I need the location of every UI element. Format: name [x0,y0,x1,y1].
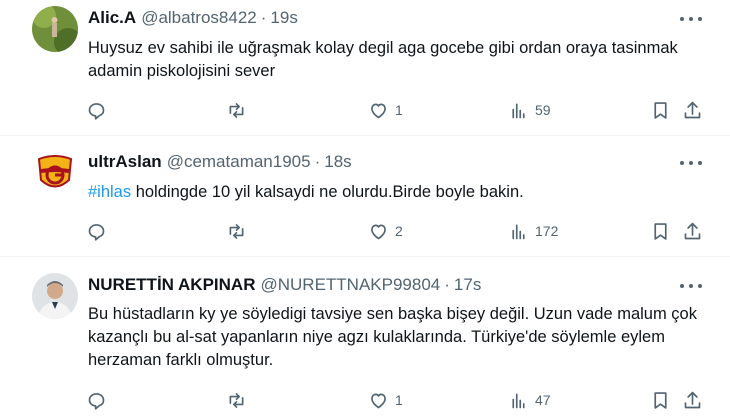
timestamp[interactable]: 18s [324,152,351,172]
like-button[interactable]: 1 [368,98,403,122]
tweet[interactable]: Alic.A @albatros8422 · 19s Huysuz ev sah… [0,0,730,136]
views-button[interactable]: 47 [508,388,551,412]
hashtag-link[interactable]: #ihlas [88,183,131,201]
reply-icon [88,102,105,120]
display-name[interactable]: Alic.A [88,8,136,28]
tweet-text-body: holdingde 10 yil kalsaydi ne olurdu.Bird… [131,183,524,201]
tweet-header: NURETTİN AKPINAR @NURETTNAKP99804 · 17s [88,275,481,295]
bookmark-icon [654,222,667,240]
views-button[interactable]: 59 [508,98,551,122]
retweet-button[interactable] [226,98,253,122]
display-name[interactable]: ultrAslan [88,152,162,172]
retweet-icon [229,223,244,239]
share-icon [684,222,701,239]
bookmark-icon [654,391,667,409]
heart-icon [371,393,386,408]
heart-icon [371,103,386,118]
views-chart-icon [512,393,525,408]
reply-button[interactable] [86,388,113,412]
reply-button[interactable] [86,219,113,243]
share-icon [684,101,701,118]
reply-icon [88,223,105,241]
views-button[interactable]: 172 [508,219,558,243]
separator-dot: · [314,152,321,171]
tweet-text: Bu hüstadların ky ye söyledigi tavsiye s… [88,305,697,369]
share-button[interactable] [682,98,703,122]
tweet[interactable]: NURETTİN AKPINAR @NURETTNAKP99804 · 17s … [0,258,730,420]
share-button[interactable] [682,219,703,243]
heart-icon [371,224,386,239]
bookmark-icon [654,101,667,119]
more-options-icon[interactable] [680,9,702,29]
share-button[interactable] [682,388,703,412]
like-button[interactable]: 1 [368,388,403,412]
avatar[interactable] [32,150,78,196]
retweet-button[interactable] [226,219,253,243]
avatar[interactable] [32,273,78,319]
tweet-text: Huysuz ev sahibi ile uğraşmak kolay degi… [88,39,678,80]
reply-button[interactable] [86,98,113,122]
timestamp[interactable]: 17s [454,275,481,295]
bookmark-button[interactable] [650,98,671,122]
tweet-text: #ihlas holdingde 10 yil kalsaydi ne olur… [88,181,698,204]
avatar[interactable] [32,6,78,52]
share-icon [684,391,701,408]
user-handle[interactable]: @NURETTNAKP99804 [260,275,440,295]
views-chart-icon [512,103,525,118]
tweet-header: ultrAslan @cemataman1905 · 18s [88,152,352,172]
like-button[interactable]: 2 [368,219,403,243]
tweet-header: Alic.A @albatros8422 · 19s [88,8,298,28]
more-options-icon[interactable] [680,153,702,173]
bookmark-button[interactable] [650,388,671,412]
tweet[interactable]: ultrAslan @cemataman1905 · 18s #ihlas ho… [0,137,730,257]
retweet-icon [229,102,244,118]
timestamp[interactable]: 19s [270,8,297,28]
user-handle[interactable]: @cemataman1905 [167,152,311,172]
bookmark-button[interactable] [650,219,671,243]
user-handle[interactable]: @albatros8422 [141,8,257,28]
action-bar: 1 47 [78,388,718,412]
action-bar: 1 59 [78,98,718,122]
views-chart-icon [512,224,525,239]
retweet-icon [229,392,244,408]
display-name[interactable]: NURETTİN AKPINAR [88,275,255,295]
retweet-button[interactable] [226,388,253,412]
separator-dot: · [260,8,267,27]
reply-icon [88,392,105,410]
separator-dot: · [444,275,450,294]
action-bar: 2 172 [78,219,718,243]
more-options-icon[interactable] [680,276,702,296]
